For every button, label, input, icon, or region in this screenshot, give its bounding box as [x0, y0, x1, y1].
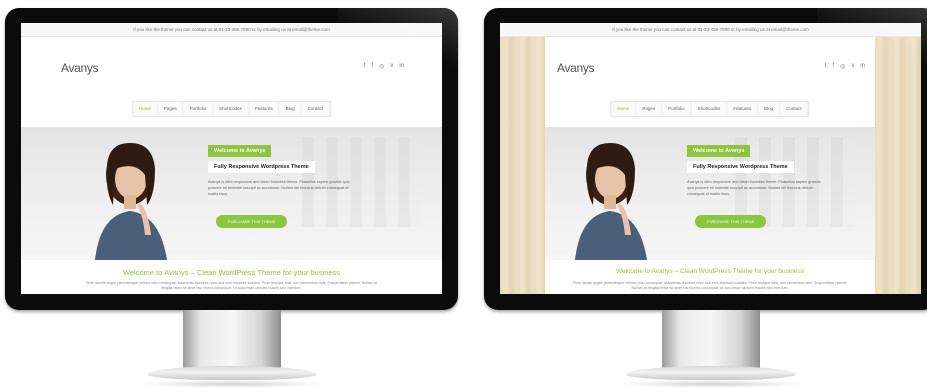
website-page: Avanys t f ◎ v in Home Pages Portfolio S…	[21, 37, 442, 294]
dribbble-icon[interactable]: ◎	[840, 63, 845, 70]
screen-boxed-wood: If you like the theme you can contact us…	[500, 23, 921, 294]
nav-portfolio[interactable]: Portfolio	[184, 102, 214, 116]
facebook-icon[interactable]: f	[371, 63, 373, 70]
screen-boxed-white: If you like the theme you can contact us…	[21, 23, 442, 294]
hero-badge: Welcome to Avanys	[687, 145, 751, 157]
nav-features[interactable]: Features	[249, 102, 280, 116]
woman-portrait-image	[575, 143, 647, 260]
monitor-bezel: If you like the theme you can contact us…	[484, 8, 927, 310]
nav-pages[interactable]: Pages	[158, 102, 184, 116]
main-nav: Home Pages Portfolio Shortcodes Features…	[131, 101, 332, 117]
linkedin-icon[interactable]: in	[399, 63, 404, 70]
hero-badge: Welcome to Avanys	[208, 145, 272, 157]
stand-shadow	[616, 380, 806, 388]
twitter-icon[interactable]: t	[825, 63, 827, 70]
site-logo[interactable]: Avanys	[61, 61, 99, 75]
monitor-left: If you like the theme you can contact us…	[5, 8, 458, 388]
top-info-bar: If you like the theme you can contact us…	[500, 23, 921, 37]
facebook-icon[interactable]: f	[832, 63, 834, 70]
stand-shadow	[137, 380, 327, 388]
monitor-stand-base	[147, 366, 317, 380]
social-icons: t f ◎ v in	[825, 63, 865, 70]
intro-paragraph: Proin iaculis augue pellentesque ultrice…	[86, 281, 377, 290]
site-logo[interactable]: Avanys	[557, 61, 595, 75]
hero-banner: Welcome to Avanys Fully Responsive Wordp…	[545, 127, 875, 260]
dribbble-icon[interactable]: ◎	[379, 63, 384, 70]
monitor-right: If you like the theme you can contact us…	[484, 8, 927, 388]
nav-pages[interactable]: Pages	[636, 102, 663, 116]
twitter-icon[interactable]: t	[364, 63, 366, 70]
vimeo-icon[interactable]: v	[851, 63, 854, 70]
website-page: Avanys t f ◎ v in Home Pages Portfolio S…	[545, 37, 875, 294]
nav-contact[interactable]: Contact	[302, 102, 331, 116]
linkedin-icon[interactable]: in	[860, 63, 865, 70]
purchase-button[interactable]: PURCHASE THIS THEME	[216, 215, 288, 228]
nav-home[interactable]: Home	[133, 102, 158, 116]
welcome-heading: Welcome to Avanys – Clean WordPress Them…	[122, 268, 341, 277]
hero-description: Avanys is ultra responsive and clean bus…	[687, 180, 821, 196]
monitor-stand-base	[626, 366, 796, 380]
nav-blog[interactable]: Blog	[758, 102, 781, 116]
main-nav: Home Pages Portfolio Shortcodes Features…	[610, 101, 810, 117]
monitor-stand	[662, 310, 760, 368]
intro-paragraph: Proin iaculis augue pellentesque ultrice…	[572, 281, 848, 290]
nav-portfolio[interactable]: Portfolio	[662, 102, 692, 116]
social-icons: t f ◎ v in	[364, 63, 404, 70]
hero-banner: Welcome to Avanys Fully Responsive Wordp…	[21, 127, 442, 260]
monitor-bezel: If you like the theme you can contact us…	[5, 8, 458, 310]
purchase-button[interactable]: PURCHASE THIS THEME	[695, 215, 767, 228]
hero-subtitle: Fully Responsive Wordpress Theme	[208, 161, 315, 173]
hero-subtitle: Fully Responsive Wordpress Theme	[687, 161, 794, 173]
top-info-bar: If you like the theme you can contact us…	[21, 23, 442, 37]
nav-blog[interactable]: Blog	[280, 102, 302, 116]
hero-description: Avanys is ultra responsive and clean bus…	[208, 180, 350, 196]
site-header: Avanys t f ◎ v in	[545, 37, 875, 97]
nav-shortcodes[interactable]: Shortcodes	[692, 102, 728, 116]
site-header: Avanys t f ◎ v in	[21, 37, 442, 97]
monitor-stand	[183, 310, 281, 368]
welcome-heading: Welcome to Avanys – Clean WordPress Them…	[615, 268, 805, 275]
nav-shortcodes[interactable]: Shortcodes	[213, 102, 249, 116]
nav-home[interactable]: Home	[611, 102, 637, 116]
nav-features[interactable]: Features	[727, 102, 759, 116]
nav-contact[interactable]: Contact	[780, 102, 809, 116]
woman-portrait-image	[95, 143, 167, 260]
vimeo-icon[interactable]: v	[390, 63, 393, 70]
